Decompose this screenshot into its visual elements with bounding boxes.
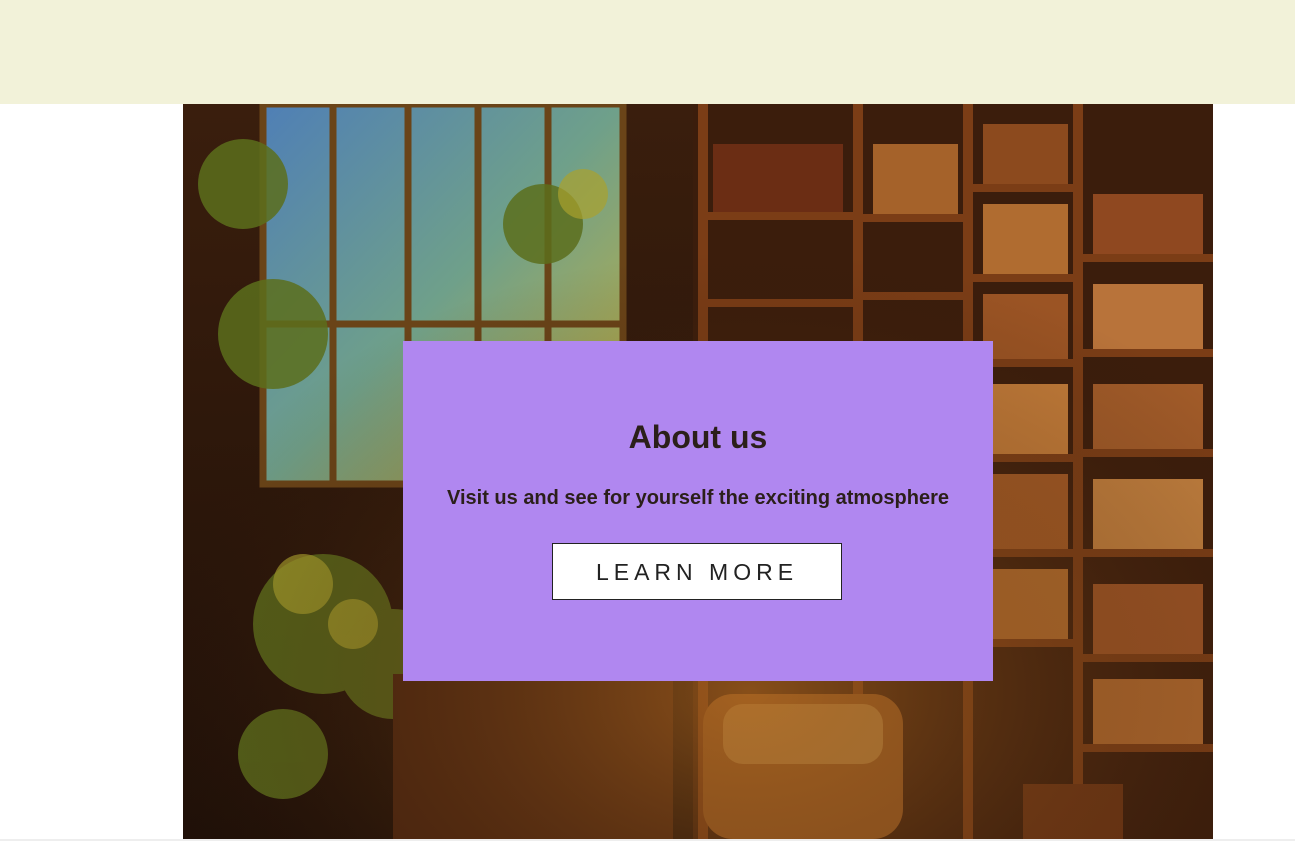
about-us-card: About us Visit us and see for yourself t…	[403, 341, 993, 681]
top-banner	[0, 0, 1295, 104]
learn-more-button[interactable]: LEARN MORE	[552, 543, 842, 600]
about-us-title: About us	[628, 419, 768, 455]
about-us-subtitle: Visit us and see for yourself the exciti…	[446, 487, 949, 509]
